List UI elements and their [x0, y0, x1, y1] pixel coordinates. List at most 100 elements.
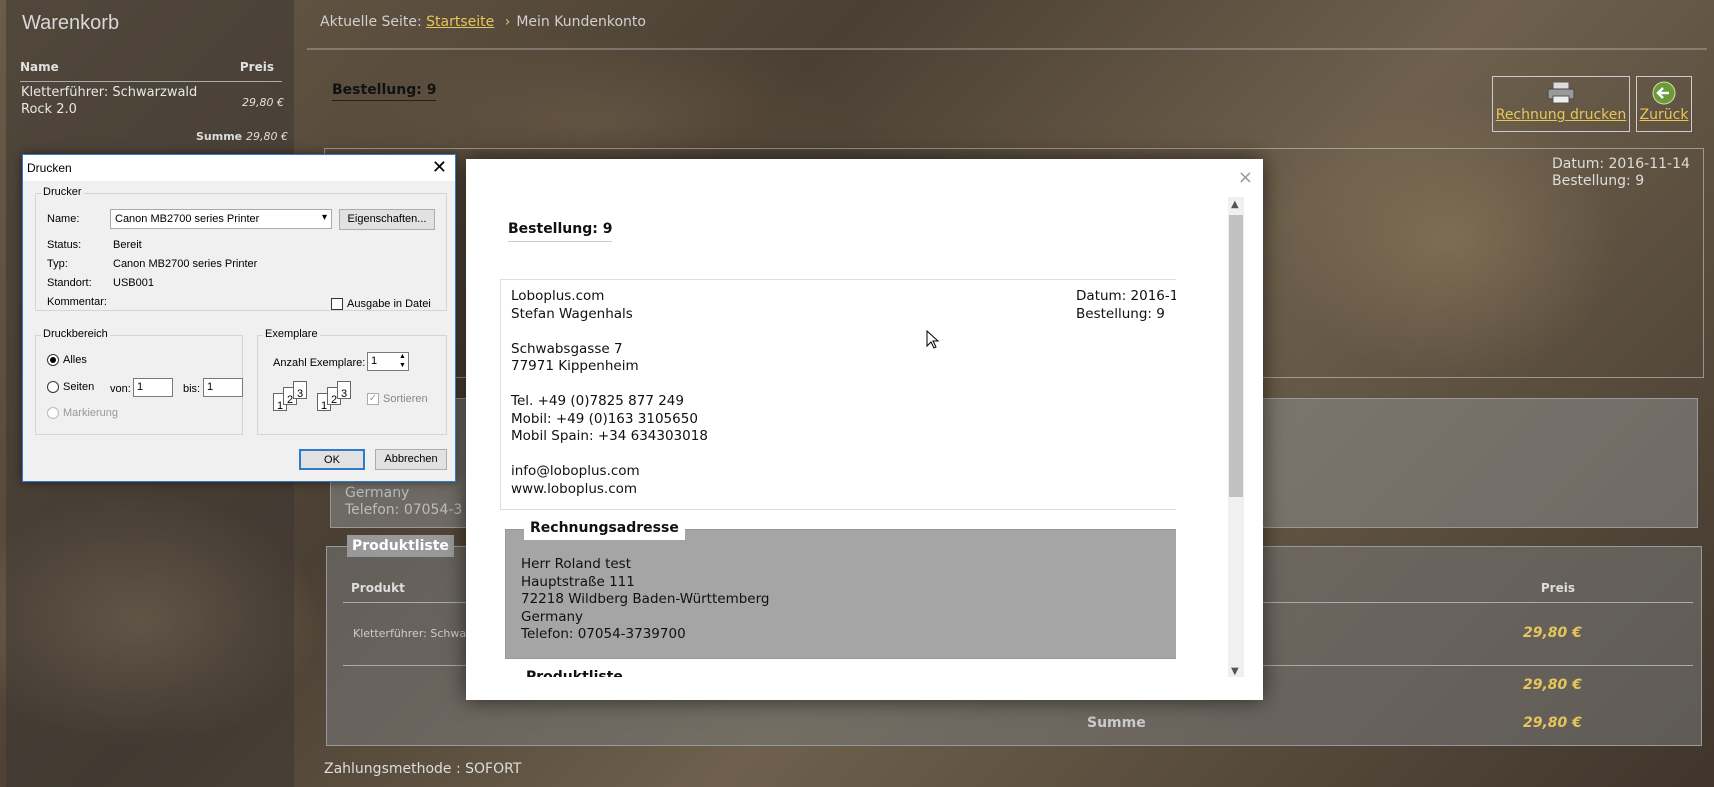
scroll-down-icon[interactable]: ▼	[1231, 666, 1239, 677]
breadcrumb-home-link[interactable]: Startseite	[426, 14, 494, 30]
company-line: Schwabsgasse 7	[511, 340, 623, 357]
product-list-tag: Produktliste	[347, 535, 454, 557]
properties-button[interactable]: Eigenschaften...	[339, 209, 435, 230]
cart-sum: Summe 29,80 €	[196, 130, 288, 143]
modal-order-number: Bestellung: 9	[1076, 305, 1165, 322]
cart-col-price: Preis	[239, 60, 274, 74]
mouse-cursor-icon	[926, 330, 940, 349]
copies-label: Anzahl Exemplare:	[273, 357, 366, 369]
modal-title: Bestellung: 9	[508, 221, 613, 242]
sum-label: Summe	[1087, 715, 1146, 731]
cart-item-name[interactable]: Kletterführer: Schwarzwald Rock 2.0	[21, 84, 211, 118]
cart-title: Warenkorb	[22, 12, 120, 34]
from-input[interactable]: 1	[133, 378, 173, 397]
col-price: Preis	[1540, 581, 1575, 595]
company-line: Tel. +49 (0)7825 877 249	[511, 393, 684, 409]
copies-group	[257, 335, 447, 435]
scroll-thumb[interactable]	[1229, 215, 1243, 497]
product-row-price: 29,80 €	[1523, 625, 1582, 641]
invoice-modal: × Bestellung: 9 Loboplus.com Stefan Wagen…	[466, 159, 1263, 700]
company-line	[511, 446, 1176, 464]
scroll-up-icon[interactable]: ▲	[1231, 199, 1239, 210]
dialog-title: Drucken	[27, 161, 72, 175]
bg-country: Germany	[345, 485, 410, 501]
billing-line: 72218 Wildberg Baden-Württemberg	[521, 591, 770, 607]
cart-item-price: 29,80 €	[242, 96, 284, 109]
billing-address-text: Germany Telefon: 07054-3	[345, 485, 462, 519]
name-label: Name:	[47, 213, 80, 225]
type-value: Canon MB2700 series Printer	[113, 258, 258, 270]
divider	[307, 48, 1707, 50]
dialog-titlebar: Drucken ✕	[23, 155, 455, 181]
modal-date: Datum: 2016-11-14	[1076, 288, 1176, 304]
billing-line: Herr Roland test	[521, 556, 632, 572]
printer-group-label: Drucker	[41, 186, 84, 198]
company-line: www.loboplus.com	[511, 480, 638, 497]
collate-label: Sortieren	[383, 393, 428, 405]
billing-line: Germany	[521, 608, 584, 625]
modal-product-legend: Produktliste	[526, 669, 623, 677]
order-date: Datum: 2016-11-14	[1552, 156, 1690, 172]
location-value: USB001	[113, 277, 154, 289]
company-line: 77971 Kippenheim	[511, 358, 639, 374]
company-line: Mobil Spain: +34 634303018	[511, 428, 708, 444]
cart-header: Name Preis	[20, 58, 282, 82]
back-button[interactable]: Zurück	[1636, 76, 1692, 132]
breadcrumb-separator: ›	[504, 14, 511, 30]
selection-radio[interactable]	[47, 407, 59, 419]
back-arrow-icon	[1652, 81, 1676, 105]
dialog-close-button[interactable]: ✕	[432, 157, 447, 178]
file-output-checkbox[interactable]	[331, 298, 343, 310]
cancel-button[interactable]: Abbrechen	[375, 449, 447, 470]
order-number: Bestellung: 9	[1552, 173, 1645, 189]
printer-icon	[1547, 81, 1575, 104]
from-label: von:	[110, 383, 131, 395]
status-value: Bereit	[113, 239, 142, 251]
billing-line: Hauptstraße 111	[521, 573, 635, 590]
modal-order-meta: Datum: 2016-11-14 Bestellung: 9	[1076, 288, 1176, 323]
status-label: Status:	[47, 239, 82, 251]
range-group-label: Druckbereich	[41, 328, 110, 340]
payment-method: Zahlungsmethode : SOFORT	[324, 761, 522, 777]
company-line: Mobil: +49 (0)163 3105650	[511, 410, 698, 427]
order-meta: Datum: 2016-11-14 Bestellung: 9	[1552, 156, 1690, 190]
to-input[interactable]: 1	[203, 378, 243, 397]
back-label: Zurück	[1639, 107, 1689, 123]
print-dialog: Drucken ✕ Drucker Name: Canon MB2700 ser…	[22, 154, 456, 482]
breadcrumb-prefix: Aktuelle Seite:	[320, 14, 422, 30]
breadcrumb: Aktuelle Seite: Startseite › Mein Kundenk…	[320, 14, 646, 30]
to-label: bis:	[183, 383, 201, 395]
company-line	[511, 323, 1176, 341]
all-radio[interactable]	[47, 354, 59, 366]
location-label: Standort:	[47, 277, 92, 289]
subtotal-price: 29,80 €	[1523, 677, 1582, 693]
print-invoice-label: Rechnung drucken	[1495, 107, 1627, 123]
cart-sum-label: Summe	[196, 130, 243, 143]
modal-billing-address: Rechnungsadresse Herr Roland test Hauptst…	[505, 518, 1176, 659]
modal-content[interactable]: Bestellung: 9 Loboplus.com Stefan Wagenha…	[492, 199, 1176, 677]
cart-col-name: Name	[20, 60, 59, 74]
copies-spinner-icon[interactable]: ▲ ▼	[399, 352, 406, 370]
close-icon[interactable]: ×	[1238, 167, 1253, 188]
pages-radio[interactable]	[47, 381, 59, 393]
breadcrumb-current: Mein Kundenkonto	[516, 14, 646, 30]
modal-scrollbar[interactable]: ▲ ▼	[1228, 197, 1244, 677]
copies-group-label: Exemplare	[263, 328, 320, 340]
printer-select[interactable]: Canon MB2700 series Printer ▾	[110, 209, 332, 229]
billing-line: Telefon: 07054-3739700	[521, 626, 686, 642]
page-icon: 3	[293, 381, 307, 400]
selection-label: Markierung	[63, 407, 119, 419]
page-title: Bestellung: 9	[332, 82, 437, 101]
comment-label: Kommentar:	[47, 296, 107, 308]
col-product: Produkt	[351, 581, 405, 595]
company-address: Loboplus.com Stefan Wagenhals Schwabsgasse…	[500, 279, 1176, 510]
billing-legend: Rechnungsadresse	[524, 518, 685, 540]
all-label: Alles	[63, 354, 87, 366]
sum-price: 29,80 €	[1523, 715, 1582, 731]
print-invoice-button[interactable]: Rechnung drucken	[1492, 76, 1630, 132]
cart-sum-value: 29,80 €	[245, 130, 288, 143]
collate-checkbox[interactable]: ✓	[367, 393, 379, 405]
billing-lines: Herr Roland test Hauptstraße 111 72218 Wil…	[521, 556, 769, 644]
ok-button[interactable]: OK	[299, 449, 365, 470]
bg-phone: Telefon: 07054-3	[345, 502, 463, 518]
